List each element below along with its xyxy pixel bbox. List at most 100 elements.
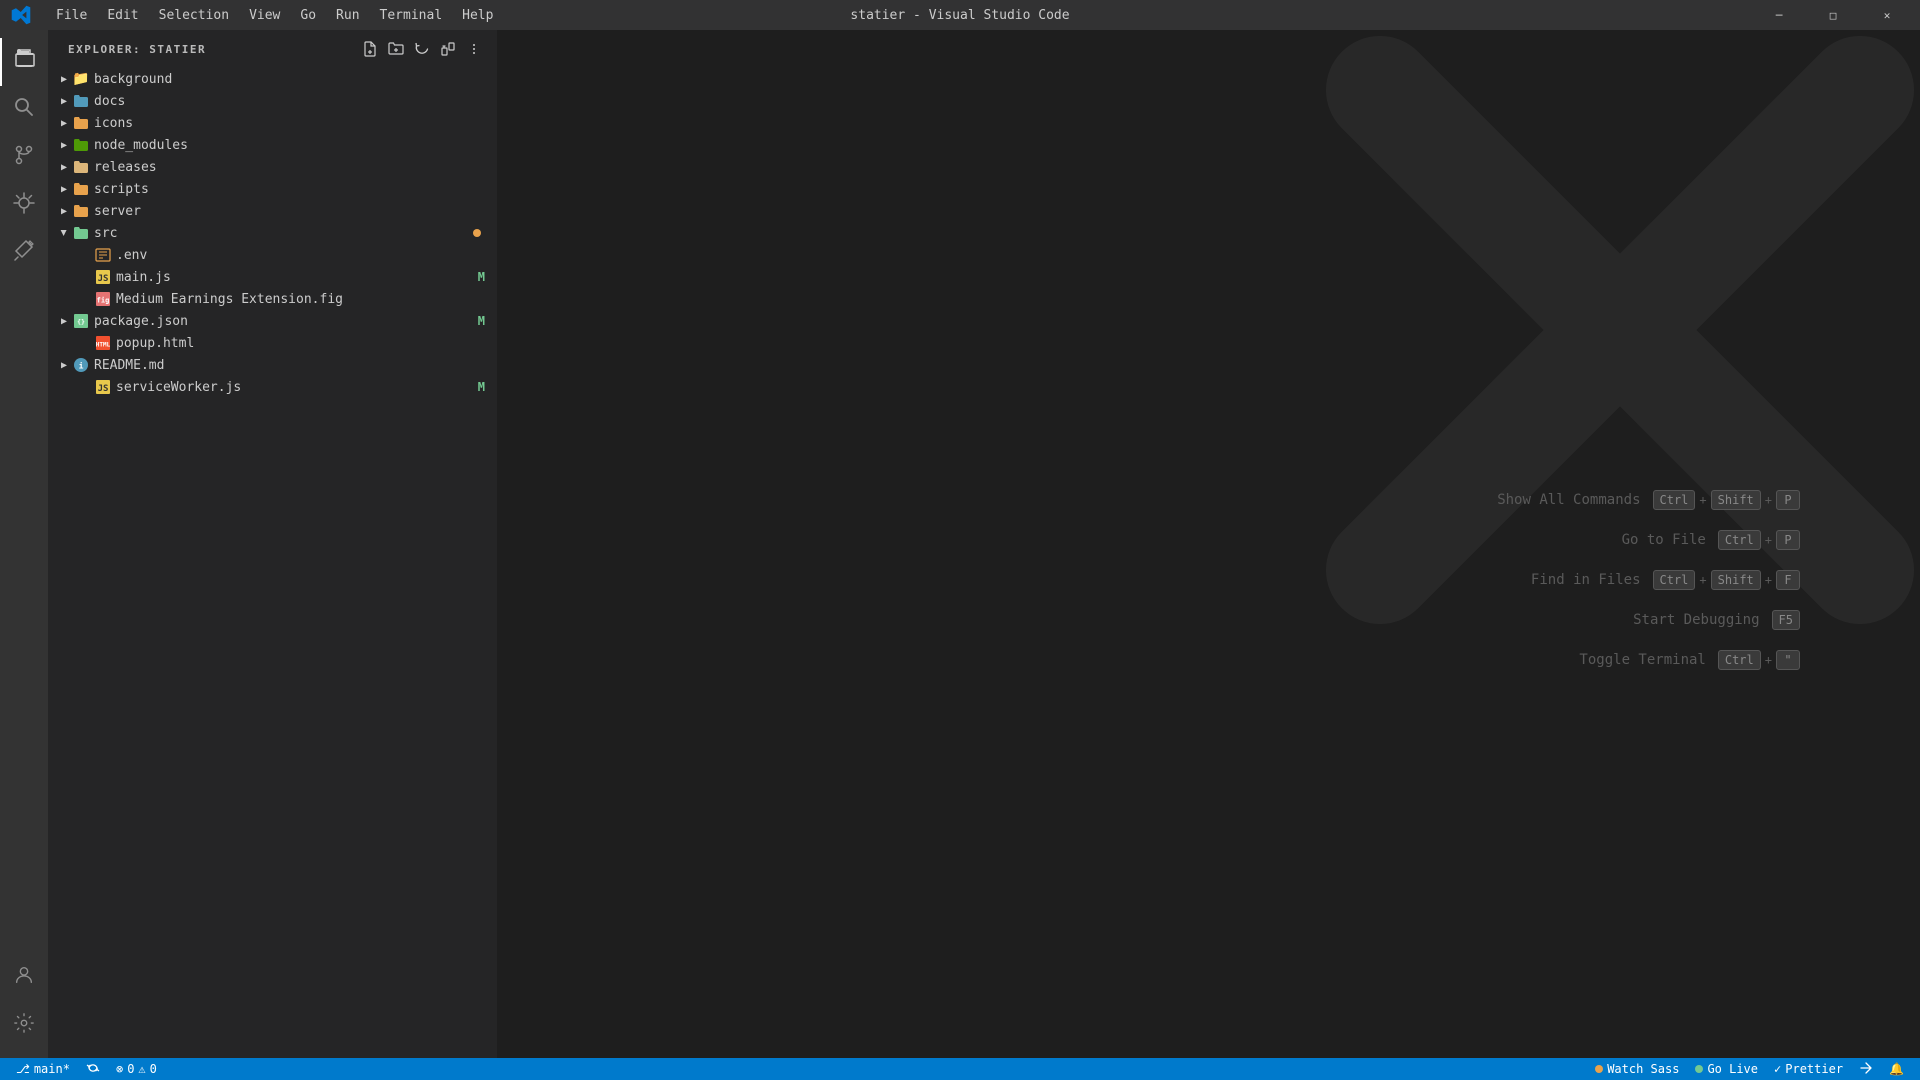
menu-view[interactable]: View	[241, 6, 288, 25]
new-file-button[interactable]	[359, 38, 381, 60]
shortcut-show-commands: Show All Commands Ctrl + Shift + P	[1497, 490, 1800, 510]
key-f5: F5	[1772, 610, 1800, 630]
svg-text:HTML: HTML	[96, 342, 111, 349]
sidebar-title: EXPLORER: STATIER	[68, 43, 206, 56]
collapse-all-button[interactable]	[437, 38, 459, 60]
tree-label: package.json	[94, 314, 478, 329]
errors-status[interactable]: ⊗ 0 ⚠ 0	[108, 1058, 165, 1080]
prettier-status[interactable]: ✓ Prettier	[1766, 1058, 1851, 1080]
key-ctrl: Ctrl	[1653, 490, 1696, 510]
tree-item-package-json[interactable]: ▶ {} package.json M	[48, 310, 497, 332]
tree-item-server[interactable]: ▶ server	[48, 200, 497, 222]
warning-icon: ⚠	[138, 1062, 145, 1076]
shortcut-start-debugging: Start Debugging F5	[1497, 610, 1800, 630]
folder-icon	[72, 114, 90, 132]
tree-label: server	[94, 204, 497, 219]
activity-source-control[interactable]	[0, 134, 48, 182]
more-actions-button[interactable]	[463, 38, 485, 60]
svg-text:{}: {}	[77, 318, 85, 326]
tree-item-docs[interactable]: ▶ docs	[48, 90, 497, 112]
folder-icon	[72, 202, 90, 220]
chevron-right-icon: ▶	[56, 159, 72, 175]
tree-label: icons	[94, 116, 497, 131]
key-f: F	[1776, 570, 1800, 590]
title-bar-left: File Edit Selection View Go Run Terminal…	[10, 4, 501, 26]
watch-sass-status[interactable]: Watch Sass	[1587, 1058, 1687, 1080]
tree-label: popup.html	[116, 336, 497, 351]
menu-go[interactable]: Go	[292, 6, 324, 25]
chevron-right-icon: ▶	[56, 137, 72, 153]
refresh-button[interactable]	[411, 38, 433, 60]
title-bar: File Edit Selection View Go Run Terminal…	[0, 0, 1920, 30]
tree-item-readme[interactable]: ▶ i README.md	[48, 354, 497, 376]
js-file-icon: JS	[94, 268, 112, 286]
new-folder-button[interactable]	[385, 38, 407, 60]
html-file-icon: HTML	[94, 334, 112, 352]
shortcut-find-in-files: Find in Files Ctrl + Shift + F	[1497, 570, 1800, 590]
tree-item-node-modules[interactable]: ▶ node_modules	[48, 134, 497, 156]
tree-item-src[interactable]: ▶ src	[48, 222, 497, 244]
editor-area: Show All Commands Ctrl + Shift + P Go to…	[498, 30, 1920, 1058]
key-ctrl: Ctrl	[1653, 570, 1696, 590]
chevron-right-icon: ▶	[56, 203, 72, 219]
tree-item-icons[interactable]: ▶ icons	[48, 112, 497, 134]
tree-item-scripts[interactable]: ▶ scripts	[48, 178, 497, 200]
shortcut-toggle-terminal: Toggle Terminal Ctrl + "	[1497, 650, 1800, 670]
tree-label: .env	[116, 248, 497, 263]
maximize-button[interactable]: □	[1810, 0, 1856, 30]
tree-item-main-js[interactable]: ▶ JS main.js M	[48, 266, 497, 288]
branch-name: main*	[34, 1062, 70, 1076]
git-branch-status[interactable]: ⎇ main*	[8, 1058, 78, 1080]
key-plus: +	[1699, 493, 1706, 507]
menu-selection[interactable]: Selection	[151, 6, 237, 25]
key-shift: Shift	[1711, 570, 1761, 590]
menu-edit[interactable]: Edit	[99, 6, 146, 25]
activity-settings[interactable]	[0, 1002, 48, 1050]
bell-icon: 🔔	[1889, 1062, 1904, 1076]
close-button[interactable]: ✕	[1864, 0, 1910, 30]
tree-item-env[interactable]: ▶ .env	[48, 244, 497, 266]
activity-explorer[interactable]	[0, 38, 48, 86]
tree-label: docs	[94, 94, 497, 109]
tree-item-popup-html[interactable]: ▶ HTML popup.html	[48, 332, 497, 354]
menu-help[interactable]: Help	[454, 6, 501, 25]
go-live-status[interactable]: Go Live	[1687, 1058, 1766, 1080]
tree-label: README.md	[94, 358, 497, 373]
status-bar: ⎇ main* ⊗ 0 ⚠ 0 Watch Sass	[0, 1058, 1920, 1080]
folder-icon	[72, 180, 90, 198]
notifications-status[interactable]: 🔔	[1881, 1058, 1912, 1080]
activity-search[interactable]	[0, 86, 48, 134]
sync-status[interactable]	[78, 1058, 108, 1080]
minimize-button[interactable]: ─	[1756, 0, 1802, 30]
sidebar: EXPLORER: STATIER	[48, 30, 498, 1058]
menu-terminal[interactable]: Terminal	[372, 6, 451, 25]
md-file-icon: i	[72, 356, 90, 374]
tree-item-service-worker[interactable]: ▶ JS serviceWorker.js M	[48, 376, 497, 398]
remote-status[interactable]	[1851, 1058, 1881, 1080]
activity-extensions[interactable]	[0, 230, 48, 278]
tree-label: src	[94, 226, 473, 241]
file-tree: ▶ 📁 background ▶ docs ▶ icons	[48, 64, 497, 1058]
shortcut-label: Find in Files	[1531, 572, 1641, 588]
svg-text:fig: fig	[97, 297, 110, 305]
files-icon	[13, 47, 37, 77]
sidebar-actions	[359, 38, 485, 60]
js-file-icon: JS	[94, 378, 112, 396]
key-ctrl: Ctrl	[1718, 650, 1761, 670]
tree-label: releases	[94, 160, 497, 175]
chevron-right-icon: ▶	[56, 115, 72, 131]
key-p: P	[1776, 530, 1800, 550]
chevron-right-icon: ▶	[56, 357, 72, 373]
tree-item-fig[interactable]: ▶ fig Medium Earnings Extension.fig	[48, 288, 497, 310]
activity-debug[interactable]	[0, 182, 48, 230]
menu-file[interactable]: File	[48, 6, 95, 25]
remote-icon	[1859, 1061, 1873, 1078]
tree-item-background[interactable]: ▶ 📁 background	[48, 68, 497, 90]
shortcuts-overlay: Show All Commands Ctrl + Shift + P Go to…	[1497, 490, 1800, 670]
tree-label: serviceWorker.js	[116, 380, 478, 395]
tree-label: node_modules	[94, 138, 497, 153]
menu-run[interactable]: Run	[328, 6, 367, 25]
tree-item-releases[interactable]: ▶ releases	[48, 156, 497, 178]
activity-account[interactable]	[0, 954, 48, 1002]
shortcut-label: Go to File	[1622, 532, 1706, 548]
